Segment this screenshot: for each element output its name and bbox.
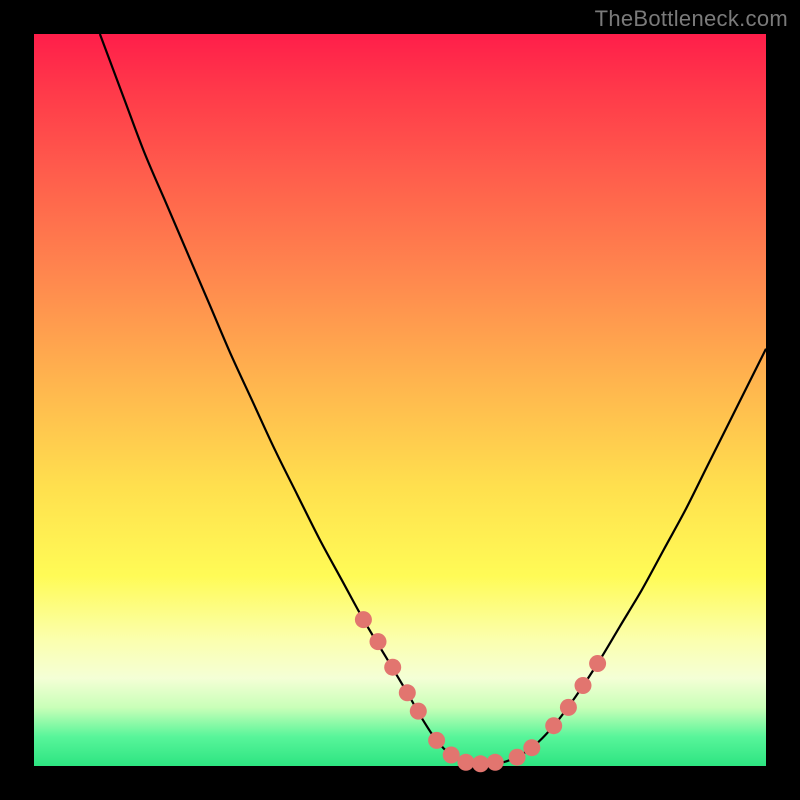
highlight-dot: [509, 749, 526, 766]
highlight-dot: [443, 747, 460, 764]
highlight-dot: [457, 754, 474, 771]
highlight-dot: [487, 754, 504, 771]
chart-svg: [34, 34, 766, 766]
highlight-dot: [545, 717, 562, 734]
bottleneck-curve: [100, 34, 766, 765]
highlight-dot: [428, 732, 445, 749]
highlight-dot: [384, 659, 401, 676]
highlight-dot: [355, 611, 372, 628]
plot-area: [34, 34, 766, 766]
highlight-dot: [370, 633, 387, 650]
highlight-dot: [575, 677, 592, 694]
highlight-dots-group: [355, 611, 606, 772]
highlight-dot: [399, 684, 416, 701]
highlight-dot: [560, 699, 577, 716]
watermark-text: TheBottleneck.com: [595, 6, 788, 32]
chart-frame: TheBottleneck.com: [0, 0, 800, 800]
highlight-dot: [589, 655, 606, 672]
highlight-dot: [472, 755, 489, 772]
highlight-dot: [523, 739, 540, 756]
highlight-dot: [410, 703, 427, 720]
